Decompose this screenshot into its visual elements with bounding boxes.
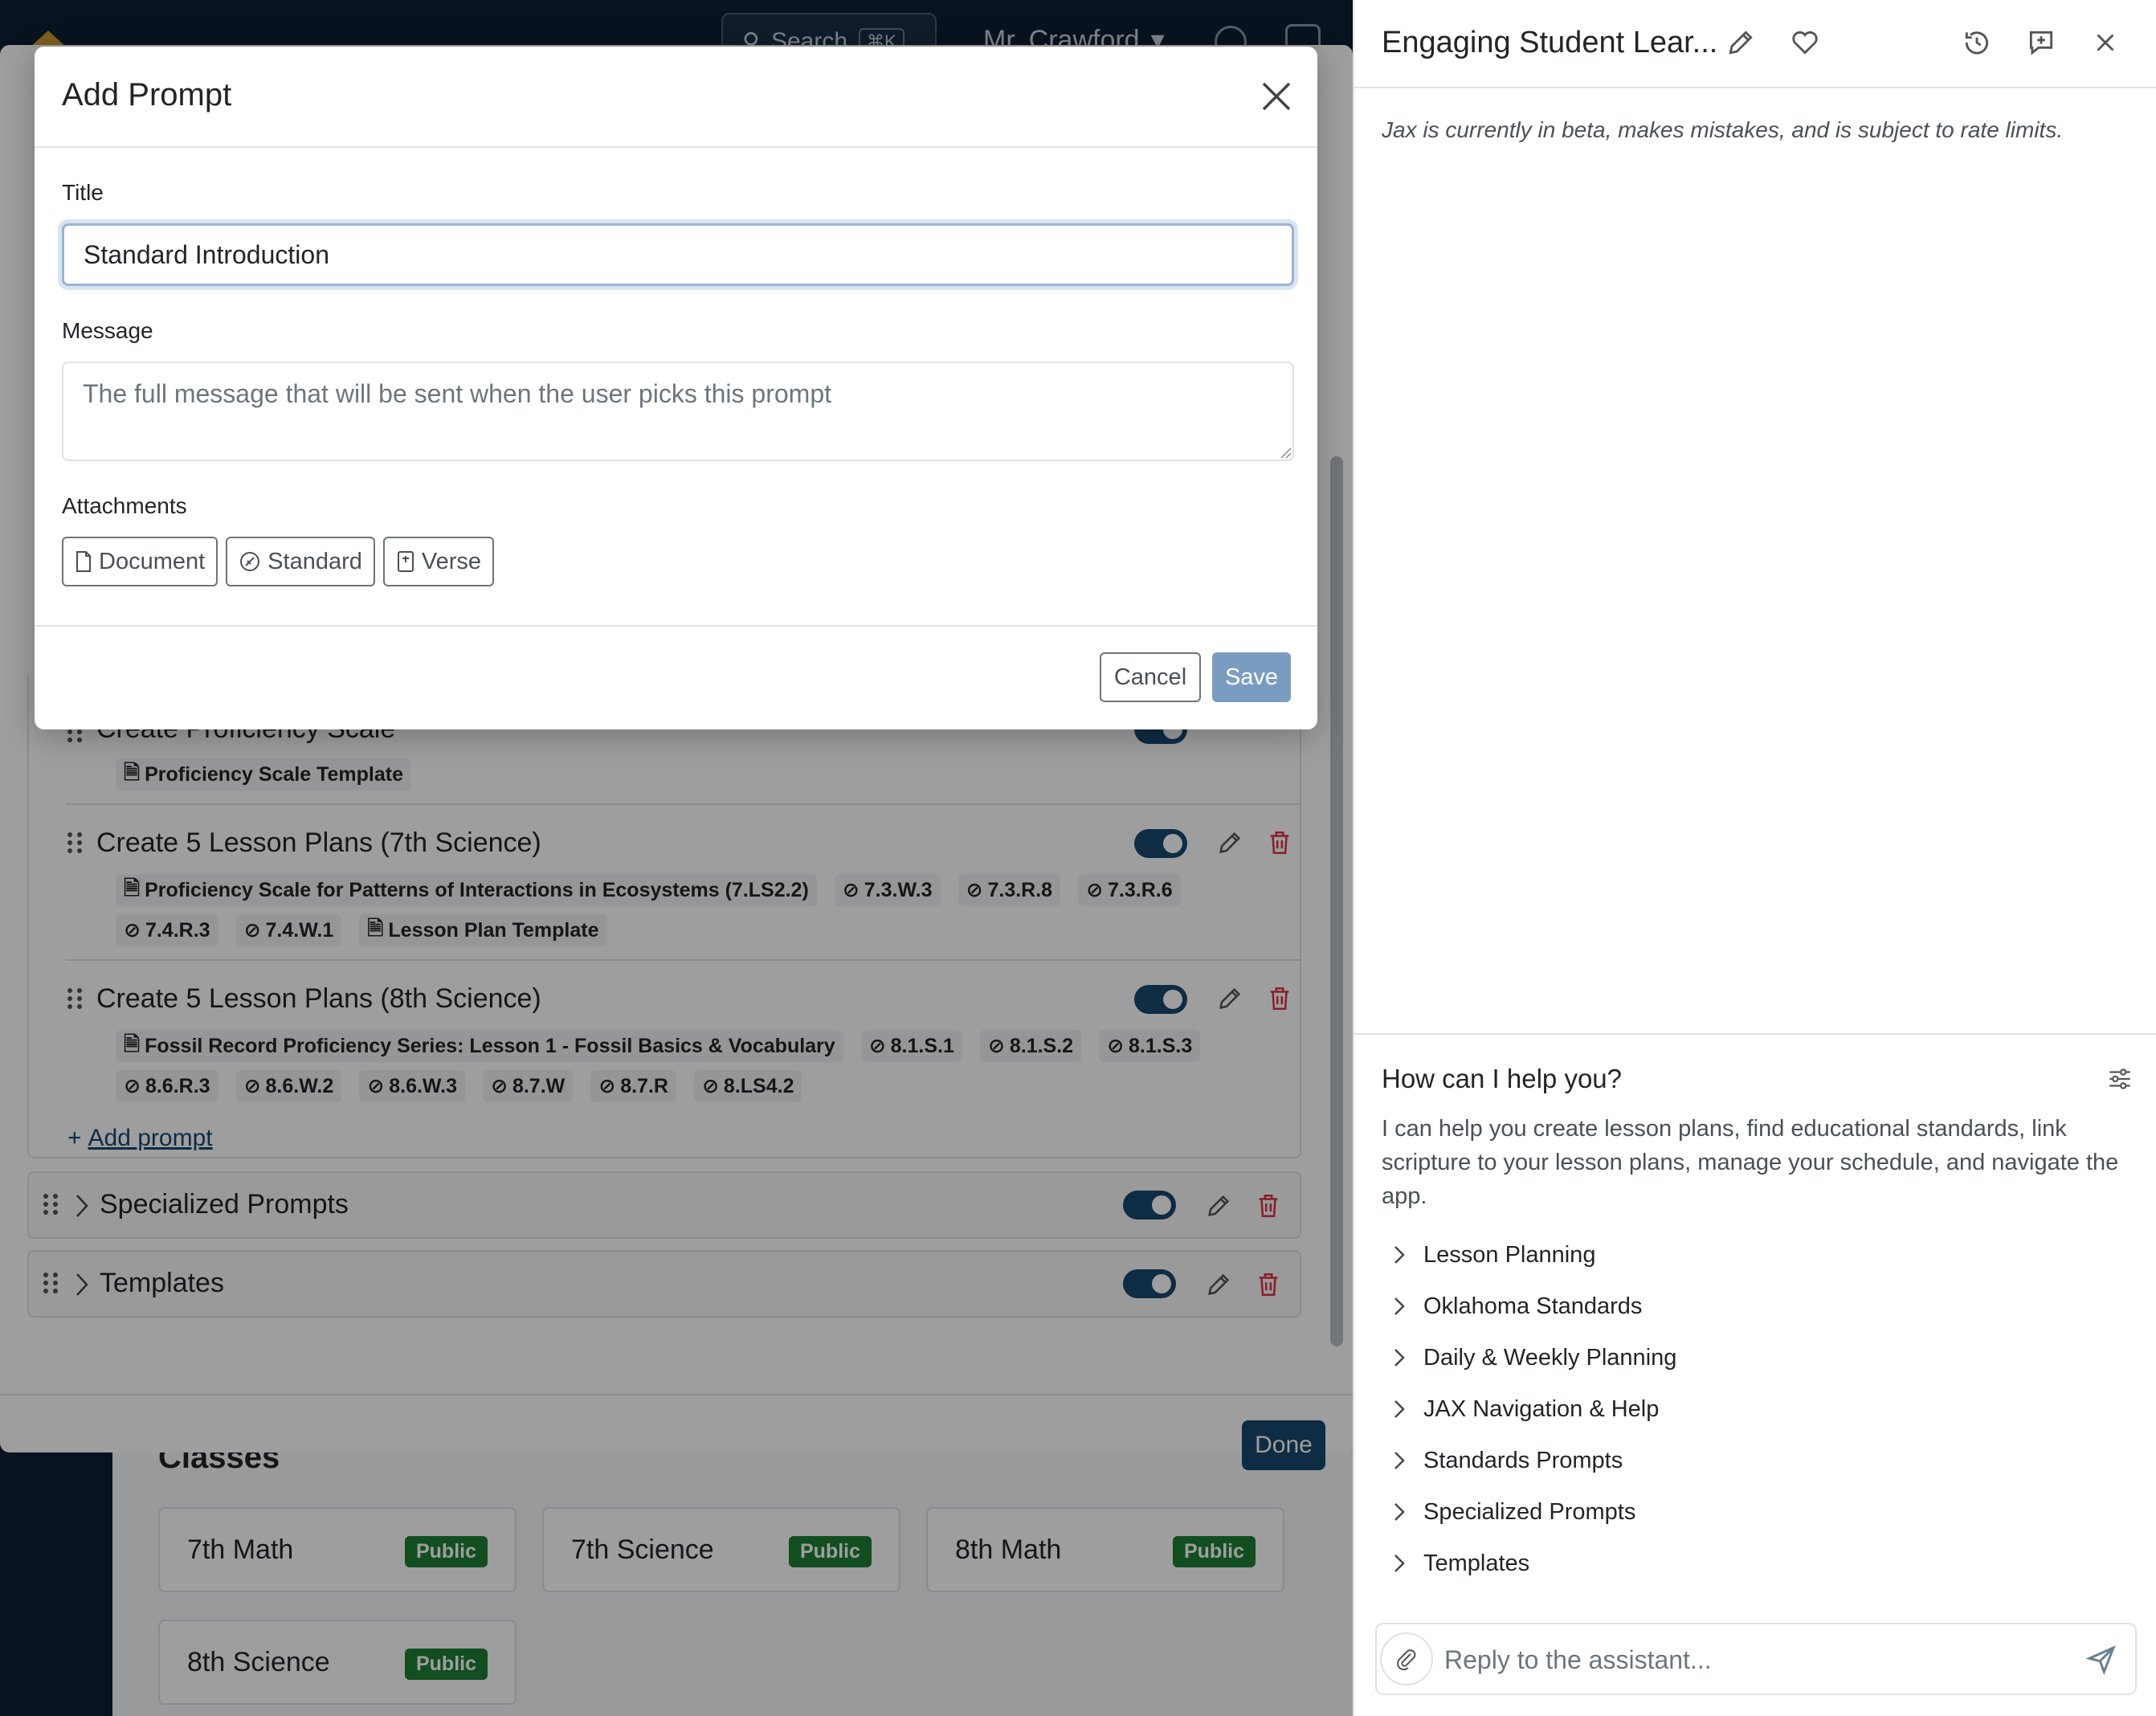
- assistant-chat-panel: Engaging Student Lear... Jax is currentl…: [1353, 0, 2156, 1716]
- category-jax-navigation-help[interactable]: JAX Navigation & Help: [1391, 1383, 1676, 1435]
- chevron-right-icon: [1394, 1297, 1405, 1315]
- help-title: How can I help you?: [1382, 1064, 1623, 1093]
- attach-verse-button[interactable]: Verse: [382, 537, 495, 586]
- category-specialized-prompts[interactable]: Specialized Prompts: [1391, 1486, 1676, 1538]
- dialog-title: Add Prompt: [62, 77, 232, 112]
- standard-icon: [240, 552, 260, 571]
- chat-header: Engaging Student Lear...: [1354, 0, 2156, 88]
- attachment-buttons: Document Standard Verse: [62, 537, 495, 586]
- category-standards-prompts[interactable]: Standards Prompts: [1391, 1435, 1676, 1486]
- title-label: Title: [62, 180, 104, 205]
- reply-input[interactable]: [1444, 1636, 2055, 1684]
- heart-icon[interactable]: [1790, 27, 1820, 58]
- history-icon[interactable]: [1962, 27, 1992, 58]
- verse-icon: [397, 551, 414, 572]
- cancel-button[interactable]: Cancel: [1100, 652, 1201, 702]
- close-icon[interactable]: [2090, 27, 2121, 58]
- add-prompt-dialog: Add Prompt Title Message Attachments Doc…: [35, 47, 1317, 729]
- document-icon: [76, 551, 91, 572]
- settings-sliders-icon[interactable]: [2106, 1065, 2134, 1093]
- chevron-right-icon: [1394, 1400, 1405, 1418]
- attach-document-button[interactable]: Document: [62, 537, 218, 586]
- chevron-right-icon: [1394, 1555, 1405, 1572]
- message-textarea[interactable]: [62, 362, 1294, 461]
- chat-title: Engaging Student Lear...: [1382, 26, 1718, 59]
- attach-standard-button[interactable]: Standard: [226, 537, 375, 586]
- chevron-right-icon: [1394, 1349, 1405, 1367]
- attachments-label: Attachments: [62, 493, 187, 518]
- beta-notice: Jax is currently in beta, makes mistakes…: [1382, 117, 2064, 142]
- help-description: I can help you create lesson plans, find…: [1382, 1116, 2119, 1209]
- title-input[interactable]: [62, 223, 1294, 286]
- attach-button[interactable]: [1380, 1632, 1433, 1685]
- send-icon[interactable]: [2085, 1644, 2117, 1676]
- new-chat-icon[interactable]: [2026, 27, 2056, 58]
- save-button[interactable]: Save: [1212, 652, 1291, 702]
- prompt-category-list: Lesson Planning Oklahoma Standards Daily…: [1391, 1229, 1676, 1589]
- category-lesson-planning[interactable]: Lesson Planning: [1391, 1229, 1676, 1281]
- resize-handle-icon[interactable]: [1278, 445, 1292, 460]
- paperclip-icon: [1397, 1649, 1416, 1671]
- edit-pencil-icon[interactable]: [1725, 27, 1756, 58]
- chevron-right-icon: [1394, 1246, 1405, 1264]
- chevron-right-icon: [1394, 1503, 1405, 1521]
- close-icon[interactable]: [1260, 80, 1292, 112]
- message-label: Message: [62, 318, 153, 343]
- category-oklahoma-standards[interactable]: Oklahoma Standards: [1391, 1281, 1676, 1332]
- chat-composer: [1375, 1623, 2137, 1695]
- chat-divider: [1354, 1033, 2156, 1035]
- chevron-right-icon: [1394, 1452, 1405, 1469]
- dialog-header: Add Prompt: [35, 47, 1317, 148]
- dialog-footer: Cancel Save: [35, 625, 1317, 729]
- category-daily-weekly-planning[interactable]: Daily & Weekly Planning: [1391, 1332, 1676, 1383]
- category-templates[interactable]: Templates: [1391, 1538, 1676, 1589]
